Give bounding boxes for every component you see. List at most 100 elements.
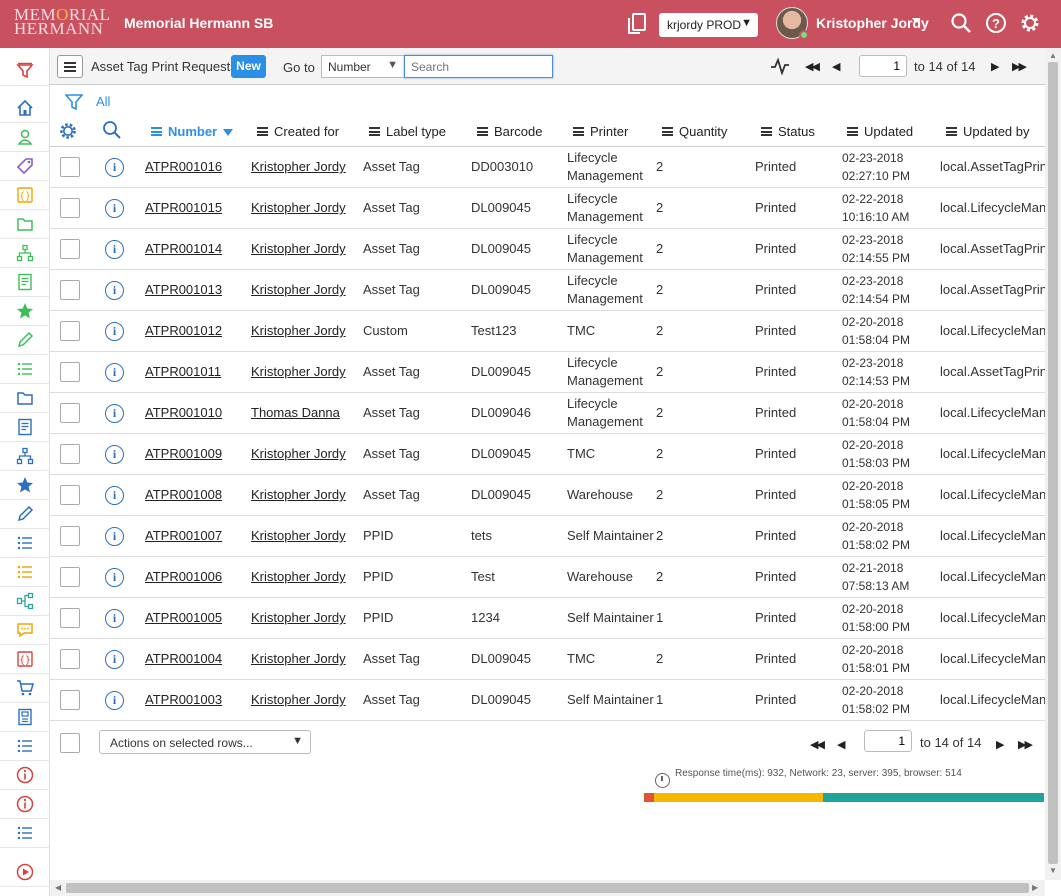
actions-select[interactable]: Actions on selected rows... ▼ bbox=[99, 730, 311, 754]
last-page-icon[interactable]: ▶▶ bbox=[1018, 738, 1033, 751]
user-menu-caret-icon[interactable] bbox=[912, 18, 920, 23]
column-header-label-type[interactable]: Label type bbox=[369, 124, 446, 139]
table-row[interactable]: i ATPR001013 Kristopher Jordy Asset Tag DL00… bbox=[50, 270, 1045, 311]
table-row[interactable]: i ATPR001015 Kristopher Jordy Asset Tag DL00… bbox=[50, 188, 1045, 229]
table-row[interactable]: i ATPR001006 Kristopher Jordy PPID Test 2 Prin… bbox=[50, 557, 1045, 598]
avatar[interactable] bbox=[776, 7, 809, 40]
number-link[interactable]: ATPR001003 bbox=[145, 692, 222, 707]
new-button[interactable]: New bbox=[231, 55, 266, 78]
number-link[interactable]: ATPR001004 bbox=[145, 651, 222, 666]
nav-item-star[interactable] bbox=[0, 471, 50, 500]
nav-item-play[interactable] bbox=[0, 858, 50, 887]
column-header-status[interactable]: Status bbox=[761, 124, 815, 139]
created-for-link[interactable]: Kristopher Jordy bbox=[251, 241, 346, 256]
created-for-link[interactable]: Kristopher Jordy bbox=[251, 364, 346, 379]
created-for-link[interactable]: Kristopher Jordy bbox=[251, 323, 346, 338]
column-header-number[interactable]: Number bbox=[151, 124, 234, 139]
column-header-created-for[interactable]: Created for bbox=[257, 124, 339, 139]
number-link[interactable]: ATPR001013 bbox=[145, 282, 222, 297]
row-checkbox[interactable] bbox=[60, 198, 80, 218]
row-checkbox[interactable] bbox=[60, 485, 80, 505]
preview-info-icon[interactable]: i bbox=[105, 650, 124, 669]
row-checkbox[interactable] bbox=[60, 690, 80, 710]
last-page-icon[interactable]: ▶▶ bbox=[1012, 60, 1027, 73]
nav-item-list[interactable] bbox=[0, 732, 50, 761]
preview-info-icon[interactable]: i bbox=[105, 527, 124, 546]
row-checkbox[interactable] bbox=[60, 362, 80, 382]
number-link[interactable]: ATPR001010 bbox=[145, 405, 222, 420]
preview-info-icon[interactable]: i bbox=[105, 404, 124, 423]
preview-info-icon[interactable]: i bbox=[105, 240, 124, 259]
table-row[interactable]: i ATPR001003 Kristopher Jordy Asset Tag DL00… bbox=[50, 680, 1045, 721]
nav-item-list[interactable] bbox=[0, 529, 50, 558]
nav-item-info[interactable] bbox=[0, 790, 50, 819]
nav-item-star[interactable] bbox=[0, 297, 50, 326]
row-checkbox[interactable] bbox=[60, 239, 80, 259]
company-logo[interactable]: MEMORIAL HERMANN bbox=[14, 6, 114, 37]
number-link[interactable]: ATPR001006 bbox=[145, 569, 222, 584]
nav-item-script[interactable]: {} bbox=[0, 645, 50, 674]
table-row[interactable]: i ATPR001009 Kristopher Jordy Asset Tag DL00… bbox=[50, 434, 1045, 475]
preview-info-icon[interactable]: i bbox=[105, 486, 124, 505]
nav-item-hierarchy[interactable] bbox=[0, 442, 50, 471]
nav-item-list[interactable] bbox=[0, 819, 50, 848]
horizontal-scrollbar[interactable]: ◀ ▶ bbox=[50, 880, 1045, 896]
row-checkbox[interactable] bbox=[60, 567, 80, 587]
first-page-icon[interactable]: ◀◀ bbox=[810, 738, 825, 751]
table-row[interactable]: i ATPR001016 Kristopher Jordy Asset Tag DD00… bbox=[50, 147, 1045, 188]
first-page-icon[interactable]: ◀◀ bbox=[805, 60, 820, 73]
preview-info-icon[interactable]: i bbox=[105, 609, 124, 628]
preview-info-icon[interactable]: i bbox=[105, 445, 124, 464]
next-page-icon[interactable]: ▶ bbox=[991, 60, 1000, 73]
nav-item-filter[interactable] bbox=[0, 57, 50, 86]
previous-page-icon[interactable]: ◀ bbox=[837, 738, 846, 751]
nav-item-chat[interactable] bbox=[0, 616, 50, 645]
number-link[interactable]: ATPR001005 bbox=[145, 610, 222, 625]
breadcrumb-all[interactable]: All bbox=[96, 94, 110, 109]
nav-item-user[interactable] bbox=[0, 123, 50, 152]
created-for-link[interactable]: Kristopher Jordy bbox=[251, 282, 346, 297]
preview-info-icon[interactable]: i bbox=[105, 363, 124, 382]
number-link[interactable]: ATPR001014 bbox=[145, 241, 222, 256]
preview-info-icon[interactable]: i bbox=[105, 568, 124, 587]
table-row[interactable]: i ATPR001005 Kristopher Jordy PPID 1234 1 Prin… bbox=[50, 598, 1045, 639]
column-header-quantity[interactable]: Quantity bbox=[662, 124, 727, 139]
number-link[interactable]: ATPR001007 bbox=[145, 528, 222, 543]
nav-item-report[interactable] bbox=[0, 703, 50, 732]
created-for-link[interactable]: Thomas Danna bbox=[251, 405, 340, 420]
column-header-barcode[interactable]: Barcode bbox=[477, 124, 542, 139]
created-for-link[interactable]: Kristopher Jordy bbox=[251, 651, 346, 666]
nav-item-tag[interactable] bbox=[0, 152, 50, 181]
nav-item-info[interactable] bbox=[0, 761, 50, 790]
row-checkbox[interactable] bbox=[60, 444, 80, 464]
search-input[interactable] bbox=[404, 55, 553, 78]
created-for-link[interactable]: Kristopher Jordy bbox=[251, 200, 346, 215]
environment-select[interactable]: krjordy PROD ▼ bbox=[659, 13, 758, 37]
column-search-icon[interactable] bbox=[102, 120, 122, 143]
table-row[interactable]: i ATPR001008 Kristopher Jordy Asset Tag DL00… bbox=[50, 475, 1045, 516]
created-for-link[interactable]: Kristopher Jordy bbox=[251, 487, 346, 502]
row-checkbox[interactable] bbox=[60, 157, 80, 177]
gear-icon[interactable] bbox=[1019, 12, 1041, 39]
nav-item-workflow[interactable] bbox=[0, 587, 50, 616]
personalize-list-gear-icon[interactable] bbox=[58, 121, 78, 144]
number-link[interactable]: ATPR001009 bbox=[145, 446, 222, 461]
created-for-link[interactable]: Kristopher Jordy bbox=[251, 159, 346, 174]
nav-item-folder[interactable] bbox=[0, 384, 50, 413]
row-checkbox[interactable] bbox=[60, 403, 80, 423]
column-header-printer[interactable]: Printer bbox=[573, 124, 628, 139]
horizontal-scroll-thumb[interactable] bbox=[66, 883, 1029, 893]
created-for-link[interactable]: Kristopher Jordy bbox=[251, 569, 346, 584]
number-link[interactable]: ATPR001012 bbox=[145, 323, 222, 338]
scroll-up-icon[interactable]: ▲ bbox=[1049, 51, 1057, 60]
nav-item-cart[interactable] bbox=[0, 674, 50, 703]
page-number-input[interactable] bbox=[859, 55, 907, 77]
row-checkbox[interactable] bbox=[60, 608, 80, 628]
nav-item-form[interactable] bbox=[0, 413, 50, 442]
nav-item-list[interactable] bbox=[0, 355, 50, 384]
goto-field-select[interactable]: Number ▼ bbox=[321, 55, 405, 78]
nav-item-list[interactable] bbox=[0, 558, 50, 587]
created-for-link[interactable]: Kristopher Jordy bbox=[251, 528, 346, 543]
scroll-left-icon[interactable]: ◀ bbox=[55, 883, 61, 892]
number-link[interactable]: ATPR001016 bbox=[145, 159, 222, 174]
